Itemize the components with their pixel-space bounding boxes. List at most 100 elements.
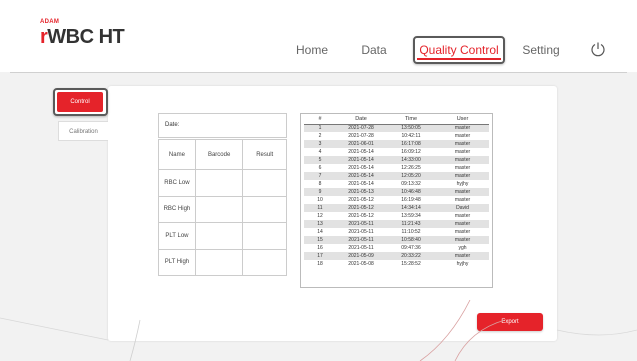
table-cell: 2021-05-14 xyxy=(348,181,374,187)
table-cell: 5 xyxy=(304,156,336,164)
table-row[interactable]: 14 2021-05-11 11:10:52 master xyxy=(304,228,489,236)
table-cell: 18 xyxy=(317,261,323,267)
table-cell: 15:28:52 xyxy=(401,261,421,267)
table-cell: master xyxy=(436,188,489,196)
table-cell: 16:17:08 xyxy=(386,140,436,148)
table-row[interactable]: 15 2021-05-11 10:58:40 master xyxy=(304,236,489,244)
brand-name: rWBC HT xyxy=(40,26,125,49)
table-cell: 2021-05-13 xyxy=(336,188,386,196)
table-cell: master xyxy=(436,140,489,148)
table-cell: master xyxy=(454,149,471,155)
table-row[interactable]: 7 2021-05-14 12:05:20 master xyxy=(304,172,489,180)
table-cell: master xyxy=(436,172,489,180)
records-body: 1 2021-07-28 13:50:05 master 2 2021-07-28 10:4… xyxy=(304,124,489,268)
barcode-cell-rbc-low[interactable] xyxy=(194,169,244,197)
result-cell-rbc-low xyxy=(242,169,287,197)
table-row[interactable]: 8 2021-05-14 09:13:32 hyjhy xyxy=(304,180,489,188)
table-row[interactable]: 18 2021-05-08 15:28:52 hyjhy xyxy=(304,260,489,268)
table-cell: master xyxy=(436,236,489,244)
table-row[interactable]: 12 2021-05-12 13:59:34 master xyxy=(304,212,489,220)
barcode-cell-plt-low[interactable] xyxy=(194,222,244,250)
table-cell: master xyxy=(454,197,471,203)
table-cell: 2021-05-11 xyxy=(336,236,386,244)
table-cell: 2021-05-14 xyxy=(348,165,374,171)
records-list[interactable]: # Date Time User 1 2021-07-28 13:50:05 mast… xyxy=(300,113,493,288)
table-row[interactable]: 13 2021-05-11 11:21:43 master xyxy=(304,220,489,228)
table-row[interactable]: 6 2021-05-14 12:26:25 master xyxy=(304,164,489,172)
table-cell: 13:50:05 xyxy=(386,124,436,132)
table-cell: 14 xyxy=(317,229,323,235)
column-header-result: Result xyxy=(242,139,287,170)
table-cell: 4 xyxy=(318,149,322,155)
table-cell: 2021-05-08 xyxy=(348,261,374,267)
nav-home[interactable]: Home xyxy=(289,36,335,64)
records-table: # Date Time User 1 2021-07-28 13:50:05 mast… xyxy=(304,115,489,268)
nav-data[interactable]: Data xyxy=(354,36,394,64)
records-header-user: User xyxy=(436,115,489,125)
header-divider xyxy=(10,72,627,73)
table-cell: master xyxy=(436,156,489,164)
result-cell-rbc-high xyxy=(242,195,287,223)
table-row[interactable]: 3 2021-06-01 16:17:08 master xyxy=(304,140,489,148)
table-cell: 2021-05-12 xyxy=(336,204,386,212)
table-cell: 8 xyxy=(318,181,322,187)
records-header-time: Time xyxy=(386,115,436,125)
table-cell: 11:10:52 xyxy=(401,229,421,235)
table-cell: 2021-05-09 xyxy=(336,252,386,260)
table-cell: David xyxy=(436,204,489,212)
table-cell: 11 xyxy=(304,204,336,212)
table-cell: 1 xyxy=(304,124,336,132)
table-row[interactable]: 11 2021-05-12 14:34:14 David xyxy=(304,204,489,212)
table-cell: 10:42:11 xyxy=(401,133,421,139)
table-cell: 10 xyxy=(317,197,323,203)
table-row[interactable]: 17 2021-05-09 20:33:22 master xyxy=(304,252,489,260)
table-row[interactable]: 4 2021-05-14 16:09:12 master xyxy=(304,148,489,156)
table-row[interactable]: 5 2021-05-14 14:33:00 master xyxy=(304,156,489,164)
table-cell: 2021-06-01 xyxy=(336,140,386,148)
row-name-rbc-high: RBC High xyxy=(158,195,196,223)
sidebar-item-calibration[interactable]: Calibration xyxy=(58,121,108,141)
barcode-cell-plt-high[interactable] xyxy=(194,248,244,276)
table-row[interactable]: 16 2021-05-11 09:47:36 ygh xyxy=(304,244,489,252)
table-row[interactable]: 10 2021-05-12 16:19:48 master xyxy=(304,196,489,204)
table-cell: 2 xyxy=(318,133,322,139)
table-cell: 15 xyxy=(304,236,336,244)
records-header-index: # xyxy=(304,115,336,125)
table-row[interactable]: 1 2021-07-28 13:50:05 master xyxy=(304,124,489,132)
sidebar-item-control[interactable]: Control xyxy=(57,92,103,112)
table-cell: 2021-05-11 xyxy=(336,220,386,228)
table-cell: 9 xyxy=(304,188,336,196)
table-cell: 2021-05-14 xyxy=(348,149,374,155)
row-name-plt-high: PLT High xyxy=(158,248,196,276)
table-cell: 2021-05-12 xyxy=(348,197,374,203)
column-header-barcode: Barcode xyxy=(194,139,244,170)
table-cell: master xyxy=(454,165,471,171)
column-header-name: Name xyxy=(158,139,196,170)
qc-form-table: Name Barcode Result RBC Low RBC High PLT… xyxy=(158,139,287,276)
table-cell: master xyxy=(436,220,489,228)
nav-active-underline xyxy=(417,58,501,60)
table-cell: master xyxy=(436,252,489,260)
table-cell: 16:19:48 xyxy=(401,197,421,203)
power-icon[interactable] xyxy=(590,41,606,57)
records-header-date: Date xyxy=(336,115,386,125)
table-cell: 12:26:25 xyxy=(401,165,421,171)
brand-top-label: ADAM xyxy=(40,19,60,25)
table-cell: 17 xyxy=(304,252,336,260)
table-cell: 09:13:32 xyxy=(401,181,421,187)
table-cell: master xyxy=(436,124,489,132)
table-cell: 16:09:12 xyxy=(401,149,421,155)
table-cell: 16 xyxy=(317,245,323,251)
table-cell: master xyxy=(454,133,471,139)
barcode-cell-rbc-high[interactable] xyxy=(194,195,244,223)
nav-setting[interactable]: Setting xyxy=(519,36,563,64)
table-row[interactable]: 9 2021-05-13 10:46:48 master xyxy=(304,188,489,196)
table-cell: 3 xyxy=(304,140,336,148)
result-cell-plt-low xyxy=(242,222,287,250)
table-cell: 14:33:00 xyxy=(386,156,436,164)
table-row[interactable]: 2 2021-07-28 10:42:11 master xyxy=(304,132,489,140)
table-cell: 12 xyxy=(317,213,323,219)
table-cell: hyjhy xyxy=(456,261,469,267)
table-cell: 12:05:20 xyxy=(386,172,436,180)
row-name-plt-low: PLT Low xyxy=(158,222,196,250)
